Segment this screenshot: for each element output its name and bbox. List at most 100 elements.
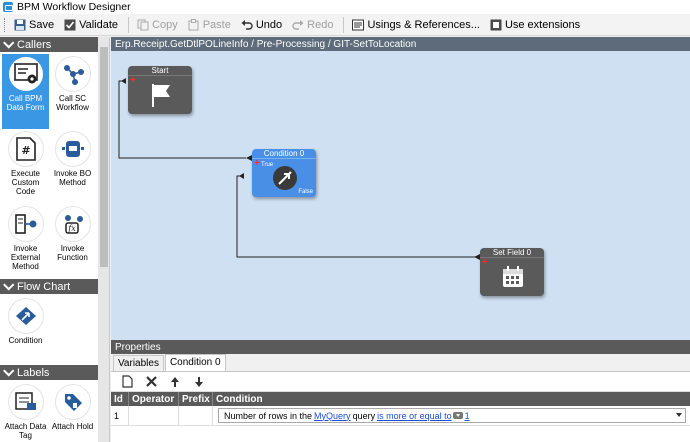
palette-item-label: Attach Data Tag xyxy=(4,422,47,440)
data-tag-icon xyxy=(7,384,44,420)
comparison-dropdown-icon[interactable] xyxy=(452,412,463,419)
chevron-down-icon xyxy=(3,278,15,291)
palette-item-invoke-function[interactable]: fx Invoke Function xyxy=(49,204,96,279)
usings-label: Usings & References... xyxy=(367,18,480,31)
new-row-icon[interactable] xyxy=(119,374,135,390)
chevron-down-icon[interactable] xyxy=(676,413,682,417)
move-up-icon[interactable] xyxy=(167,374,183,390)
save-label: Save xyxy=(29,18,55,31)
palette-item-invoke-external-method[interactable]: Invoke External Method xyxy=(2,204,49,279)
paste-label: Paste xyxy=(202,18,231,31)
palette-item-label: Call SC Workflow xyxy=(56,94,89,112)
floppy-icon xyxy=(14,19,26,31)
labels-section-header[interactable]: Labels xyxy=(0,364,109,380)
add-connector-icon[interactable]: + xyxy=(130,76,136,86)
extensions-checkbox-icon xyxy=(490,19,502,31)
palette-item-label: Condition xyxy=(8,336,43,345)
condition-text: Number of rows in the xyxy=(224,410,313,421)
column-header-id[interactable]: Id xyxy=(111,392,129,406)
window-title: BPM Workflow Designer xyxy=(17,1,131,13)
properties-panel: Properties Variables Condition 0 Id Oper… xyxy=(111,340,690,442)
delete-row-icon[interactable] xyxy=(143,374,159,390)
palette-item-call-bpm-data-form[interactable]: Call BPM Data Form xyxy=(2,54,49,129)
properties-toolbar xyxy=(111,372,690,392)
palette-scrollbar[interactable] xyxy=(98,37,109,442)
palette-item-label: Invoke Function xyxy=(57,244,88,262)
value-link[interactable]: 1 xyxy=(465,411,470,421)
toolbar-grip[interactable] xyxy=(4,17,6,32)
flag-icon xyxy=(148,81,174,109)
arrowhead-icon xyxy=(239,173,244,179)
undo-label: Undo xyxy=(255,18,283,31)
add-connector-icon[interactable]: + xyxy=(254,159,260,169)
cell-prefix[interactable] xyxy=(179,406,213,425)
move-down-icon[interactable] xyxy=(191,374,207,390)
svg-text:fx: fx xyxy=(67,224,76,233)
copy-icon xyxy=(137,19,149,31)
palette-item-execute-custom-code[interactable]: # Execute Custom Code xyxy=(2,129,49,204)
form-icon xyxy=(7,56,44,92)
redo-label: Redo xyxy=(307,18,334,31)
palette-item-label: Attach Hold xyxy=(51,422,94,431)
connectors xyxy=(118,78,480,260)
validate-label: Validate xyxy=(79,18,119,31)
usings-references-button[interactable]: Usings & References... xyxy=(348,16,484,34)
palette-item-label: Invoke BO Method xyxy=(53,169,92,187)
redo-button[interactable]: Redo xyxy=(288,16,337,34)
flow-chart-section-header[interactable]: Flow Chart xyxy=(0,278,109,294)
chevron-down-icon xyxy=(3,37,15,49)
workflow-designer: Erp.Receipt.GetDtlPOLineInfo / Pre-Proce… xyxy=(111,37,690,340)
external-method-icon xyxy=(7,206,44,242)
column-header-operator[interactable]: Operator xyxy=(129,392,179,406)
callers-section-header[interactable]: Callers xyxy=(0,37,109,52)
breadcrumb: Erp.Receipt.GetDtlPOLineInfo / Pre-Proce… xyxy=(111,37,690,51)
svg-text:#: # xyxy=(21,144,30,157)
column-header-condition[interactable]: Condition xyxy=(213,392,690,406)
function-icon: fx xyxy=(54,206,91,242)
copy-button[interactable]: Copy xyxy=(133,16,182,34)
calendar-icon xyxy=(500,263,526,291)
cell-operator[interactable] xyxy=(129,406,179,425)
column-header-prefix[interactable]: Prefix xyxy=(179,392,213,406)
tab-variables[interactable]: Variables xyxy=(113,355,164,371)
toolbar-separator xyxy=(128,16,130,33)
query-link[interactable]: MyQuery xyxy=(314,411,351,421)
node-title: Start xyxy=(128,66,192,76)
undo-icon xyxy=(241,19,253,31)
paste-button[interactable]: Paste xyxy=(184,16,235,34)
set-field-node[interactable]: Set Field 0 + xyxy=(480,248,544,296)
comparison-link[interactable]: is more or equal to xyxy=(377,411,452,421)
palette-item-call-sc-workflow[interactable]: Call SC Workflow xyxy=(49,54,96,129)
add-connector-icon[interactable]: + xyxy=(482,258,488,268)
toolbar: Save Validate Copy Paste Undo Redo Using… xyxy=(0,14,690,36)
labels-title: Labels xyxy=(17,366,50,379)
callers-palette: Call BPM Data Form Call SC Workflow # Ex… xyxy=(0,52,98,279)
undo-button[interactable]: Undo xyxy=(237,16,286,34)
workflow-canvas[interactable]: Start + Condition 0 + True False Set Fie… xyxy=(111,51,690,340)
toolbar-separator xyxy=(343,16,345,33)
labels-palette: Attach Data Tag Attach Hold xyxy=(0,380,98,442)
network-icon xyxy=(54,56,91,92)
validate-button[interactable]: Validate xyxy=(60,16,122,34)
cell-condition[interactable]: Number of rows in the MyQuery query is m… xyxy=(213,406,690,425)
condition-icon xyxy=(7,298,44,334)
node-title: Condition 0 xyxy=(252,149,316,159)
palette-item-condition[interactable]: Condition xyxy=(2,296,49,371)
palette-item-invoke-bo-method[interactable]: Invoke BO Method xyxy=(49,129,96,204)
arrowhead-icon xyxy=(121,78,126,84)
tab-condition-0[interactable]: Condition 0 xyxy=(164,354,226,371)
use-extensions-toggle[interactable]: Use extensions xyxy=(486,16,584,34)
condition-editor[interactable]: Number of rows in the MyQuery query is m… xyxy=(218,408,686,423)
node-title: Set Field 0 xyxy=(480,248,544,258)
start-node[interactable]: Start + xyxy=(128,66,192,114)
save-button[interactable]: Save xyxy=(10,16,58,34)
flow-chart-palette: Condition xyxy=(0,294,98,365)
palette-scrollbar-thumb[interactable] xyxy=(100,47,108,267)
redo-icon xyxy=(292,19,304,31)
copy-label: Copy xyxy=(152,18,178,31)
palette-item-attach-data-tag[interactable]: Attach Data Tag xyxy=(2,382,49,442)
palette-item-attach-hold[interactable]: Attach Hold xyxy=(49,382,96,442)
condition-node[interactable]: Condition 0 + True False xyxy=(252,149,316,197)
palette-item-label: Execute Custom Code xyxy=(11,169,40,196)
table-row[interactable]: 1 Number of rows in the MyQuery query is… xyxy=(111,406,690,426)
